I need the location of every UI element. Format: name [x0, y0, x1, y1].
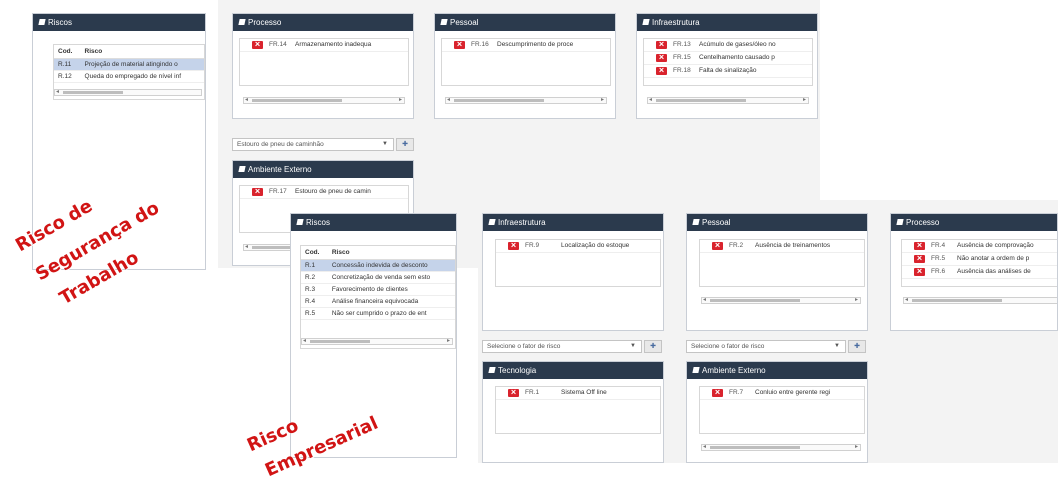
horizontal-scrollbar[interactable]: ◂ ▸	[243, 97, 405, 104]
book-icon	[238, 19, 246, 25]
panel-title: Pessoal	[450, 18, 479, 27]
factor-list: FR.7Conluio entre gerente regi	[699, 386, 865, 434]
emp-processo-panel: Processo FR.4Ausência de comprovação FR.…	[890, 213, 1058, 331]
table-row[interactable]: R.11 Projeção de material atingindo o	[54, 58, 204, 71]
panel-title: Ambiente Externo	[702, 366, 766, 375]
panel-title: Ambiente Externo	[248, 165, 312, 174]
close-icon[interactable]	[656, 65, 667, 76]
panel-title: Riscos	[48, 18, 73, 27]
panel-title: Infraestrutura	[652, 18, 700, 27]
list-item: FR.14Armazenamento inadequa	[240, 39, 408, 52]
close-icon[interactable]	[914, 253, 925, 264]
emp-infra-panel: Infraestrutura FR.9Localização do estoqu…	[482, 213, 664, 331]
caret-down-icon: ▼	[834, 343, 840, 349]
emp-tecnologia-panel: Tecnologia FR.1Sistema Off line	[482, 361, 664, 463]
horizontal-scrollbar[interactable]: ◂ ▸	[701, 297, 861, 304]
caret-down-icon: ▼	[630, 343, 636, 349]
book-icon	[238, 166, 246, 172]
close-icon[interactable]	[712, 240, 723, 251]
horizontal-scrollbar[interactable]: ◂ ▸	[647, 97, 809, 104]
factor-list: FR.1Sistema Off line	[495, 386, 661, 434]
close-icon[interactable]	[914, 240, 925, 251]
factor-list: FR.13Acúmulo de gases/óleo no FR.15Cente…	[643, 38, 813, 86]
book-icon	[692, 219, 700, 225]
list-item: FR.1Sistema Off line	[496, 387, 660, 400]
seg-riscos-table: Cod. Risco R.11 Projeção de material ating…	[53, 44, 205, 100]
close-icon[interactable]	[252, 39, 263, 50]
book-icon	[38, 19, 46, 25]
panel-title: Processo	[248, 18, 282, 27]
seg-processo-panel: Processo FR.14Armazenamento inadequa ◂▸	[232, 13, 414, 119]
table-row[interactable]: R.2 Concretização de venda sem esto	[301, 271, 455, 284]
list-item: FR.18Falta de sinalização	[644, 65, 812, 78]
col-risco: Risco	[327, 246, 455, 260]
emp-factor-select-2[interactable]: Selecione o fator de risco ▼	[686, 340, 846, 353]
list-item: FR.6Ausência das análises de	[902, 266, 1057, 279]
close-icon[interactable]	[712, 387, 723, 398]
list-item: FR.16Descumprimento de proce	[442, 39, 610, 52]
col-cod: Cod.	[54, 45, 81, 59]
book-icon	[296, 219, 304, 225]
panel-title: Infraestrutura	[498, 218, 546, 227]
close-icon[interactable]	[656, 39, 667, 50]
factor-list: FR.2Ausência de treinamentos	[699, 239, 865, 287]
factor-list: FR.14Armazenamento inadequa	[239, 38, 409, 86]
emp-ambiente-panel: Ambiente Externo FR.7Conluio entre geren…	[686, 361, 868, 463]
col-cod: Cod.	[301, 246, 328, 260]
book-icon	[488, 367, 496, 373]
close-icon[interactable]	[454, 39, 465, 50]
panel-title: Riscos	[306, 218, 331, 227]
panel-title: Processo	[906, 218, 940, 227]
caret-down-icon: ▼	[382, 141, 388, 147]
book-icon	[488, 219, 496, 225]
table-row[interactable]: R.5 Não ser cumprido o prazo de ent	[301, 307, 455, 320]
list-item: FR.5Não anotar a ordem de p	[902, 253, 1057, 266]
close-icon[interactable]	[914, 266, 925, 277]
emp-add-button-1[interactable]: ✚	[644, 340, 662, 353]
seg-factor-select[interactable]: Estouro de pneu de caminhão ▼	[232, 138, 394, 151]
list-item: FR.15Centelhamento causado p	[644, 52, 812, 65]
factor-list: FR.16Descumprimento de proce	[441, 38, 611, 86]
close-icon[interactable]	[508, 240, 519, 251]
panel-title: Pessoal	[702, 218, 731, 227]
emp-add-button-2[interactable]: ✚	[848, 340, 866, 353]
close-icon[interactable]	[508, 387, 519, 398]
seg-infra-panel: Infraestrutura FR.13Acúmulo de gases/óle…	[636, 13, 818, 119]
plus-icon: ✚	[854, 343, 860, 350]
book-icon	[440, 19, 448, 25]
table-row[interactable]: R.4 Análise financeira equivocada	[301, 295, 455, 308]
horizontal-scrollbar[interactable]: ◂ ▸	[445, 97, 607, 104]
horizontal-scrollbar[interactable]: ◂	[54, 89, 202, 96]
close-icon[interactable]	[252, 186, 263, 197]
horizontal-scrollbar[interactable]: ◂	[903, 297, 1057, 304]
table-row[interactable]: R.1 Concessão indevida de desconto	[301, 259, 455, 272]
emp-factor-select-1[interactable]: Selecione o fator de risco ▼	[482, 340, 642, 353]
list-item: FR.4Ausência de comprovação	[902, 240, 1057, 253]
plus-icon: ✚	[402, 141, 408, 148]
book-icon	[642, 19, 650, 25]
col-risco: Risco	[80, 45, 204, 59]
emp-pessoal-panel: Pessoal FR.2Ausência de treinamentos ◂▸	[686, 213, 868, 331]
list-item: FR.9Localização do estoque	[496, 240, 660, 253]
factor-list: FR.4Ausência de comprovação FR.5Não anot…	[901, 239, 1057, 287]
seg-riscos-header: Riscos	[33, 14, 205, 31]
emp-riscos-table: Cod. Risco R.1 Concessão indevida de desco…	[300, 245, 456, 349]
plus-icon: ✚	[650, 343, 656, 350]
list-item: FR.2Ausência de treinamentos	[700, 240, 864, 253]
list-item: FR.13Acúmulo de gases/óleo no	[644, 39, 812, 52]
close-icon[interactable]	[656, 52, 667, 63]
table-row[interactable]: R.12 Queda do empregado de nível inf	[54, 70, 204, 83]
book-icon	[896, 219, 904, 225]
panel-title: Tecnologia	[498, 366, 537, 375]
list-item: FR.17Estouro de pneu de camin	[240, 186, 408, 199]
factor-list: FR.9Localização do estoque	[495, 239, 661, 287]
book-icon	[692, 367, 700, 373]
table-row[interactable]: R.3 Favorecimento de clientes	[301, 283, 455, 296]
horizontal-scrollbar[interactable]: ◂ ▸	[701, 444, 861, 451]
list-item: FR.7Conluio entre gerente regi	[700, 387, 864, 400]
seg-add-button[interactable]: ✚	[396, 138, 414, 151]
seg-pessoal-panel: Pessoal FR.16Descumprimento de proce ◂▸	[434, 13, 616, 119]
horizontal-scrollbar[interactable]: ◂ ▸	[301, 338, 453, 345]
